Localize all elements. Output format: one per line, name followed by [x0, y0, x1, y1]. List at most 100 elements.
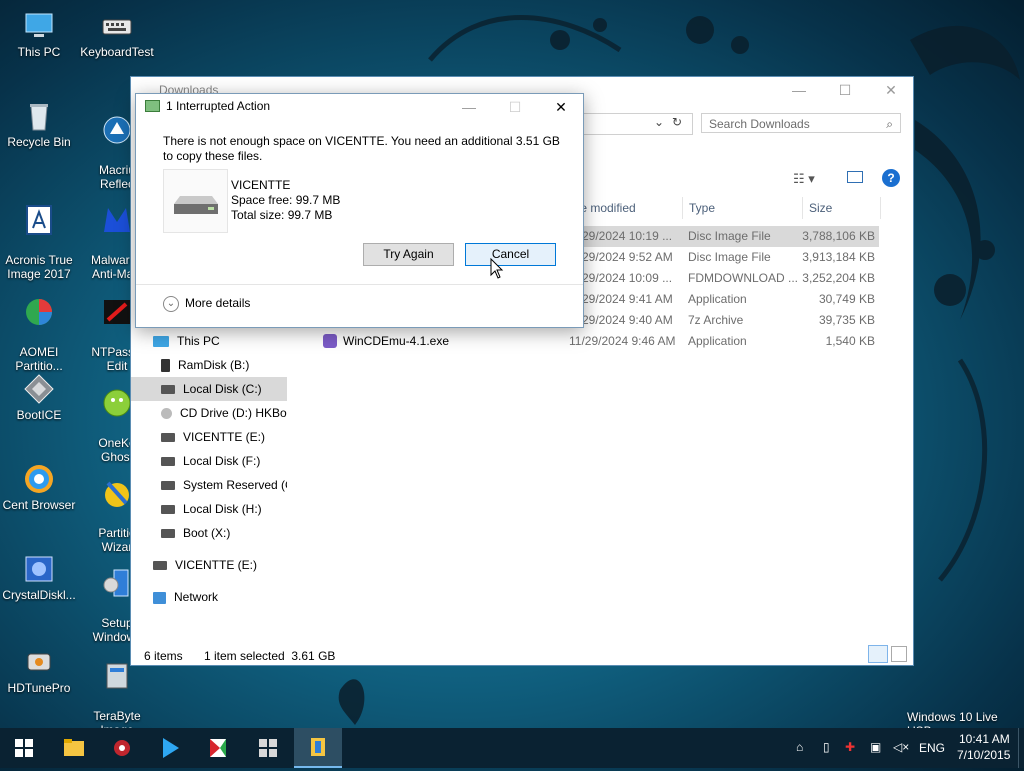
dialog-title: 1 Interrupted Action	[166, 99, 271, 113]
more-details-toggle[interactable]: ⌄ More details	[163, 296, 250, 312]
onekey-ghost-icon	[103, 389, 131, 417]
desktop-icon-recycle-bin[interactable]: Recycle Bin	[0, 100, 78, 149]
cd-drive-icon	[161, 408, 172, 420]
file-type: 7z Archive	[688, 313, 744, 327]
tray-network-icon[interactable]: ⌂	[796, 740, 803, 754]
show-desktop-button[interactable]	[1018, 728, 1024, 768]
interrupted-action-dialog[interactable]: 1 Interrupted Action — ☐ ✕ There is not …	[135, 93, 584, 328]
tray-monitor-alert-icon[interactable]: ▣	[870, 740, 881, 754]
maximize-button[interactable]: ☐	[822, 77, 868, 103]
taskbar[interactable]: ⌂ ▯ ✚ ▣ ◁× ENG 10:41 AM 7/10/2015	[0, 728, 1024, 768]
tray-language[interactable]: ENG	[919, 741, 945, 755]
desktop-icon-crystaldisk[interactable]: CrystalDiskl...	[0, 553, 78, 602]
desktop-icon-this-pc[interactable]: This PC	[0, 10, 78, 59]
close-button[interactable]: ✕	[868, 77, 914, 103]
drive-info: VICENTTE Space free: 99.7 MB Total size:…	[231, 178, 340, 223]
chevron-down-icon[interactable]: ⌄	[654, 115, 664, 129]
nav-item-label: This PC	[177, 334, 220, 348]
desktop-icon-hdtunepro[interactable]: HDTunePro	[0, 646, 78, 695]
nav-item-boot-x[interactable]: Boot (X:)	[161, 521, 230, 545]
nav-item-local-disk-c[interactable]: Local Disk (C:)	[131, 377, 287, 401]
dialog-close-button[interactable]: ✕	[538, 94, 584, 120]
nav-item-local-disk-f[interactable]: Local Disk (F:)	[161, 449, 260, 473]
file-row[interactable]: 29/2024 9:41 AM Application 30,749 KB	[561, 289, 879, 310]
file-type: Application	[688, 292, 747, 306]
crystaldisk-icon	[25, 556, 53, 582]
nav-item-cd-drive-d[interactable]: CD Drive (D:) HKBo	[161, 401, 287, 425]
search-input[interactable]: Search Downloads ⌕	[701, 113, 901, 133]
desktop-icon-keyboardtest[interactable]: KeyboardTest	[78, 10, 156, 59]
nav-item-label: CD Drive (D:) HKBo	[180, 406, 287, 420]
refresh-icon[interactable]: ↻	[672, 115, 682, 129]
tray-firstaid-icon[interactable]: ✚	[845, 740, 855, 754]
drive-name: VICENTTE	[231, 178, 291, 192]
file-row[interactable]: 29/2024 10:19 ... Disc Image File 3,788,…	[561, 226, 879, 247]
nav-item-label: Local Disk (F:)	[183, 454, 261, 468]
nav-item-label: VICENTTE (E:)	[175, 558, 258, 572]
tray-time[interactable]: 10:41 AM	[959, 732, 1010, 746]
nav-item-system-reserved-g[interactable]: System Reserved (G	[161, 473, 287, 497]
start-button[interactable]	[0, 728, 48, 768]
column-header-size[interactable]: Size	[803, 197, 881, 219]
file-date: 11/29/2024 9:46 AM	[569, 334, 676, 348]
macrium-reflect-icon	[103, 116, 131, 144]
minimize-button[interactable]: —	[776, 77, 822, 103]
desktop-icon-label: Recycle Bin	[7, 135, 71, 149]
nav-item-label: Network	[174, 590, 219, 604]
file-row[interactable]: 29/2024 9:40 AM 7z Archive 39,735 KB	[561, 310, 879, 331]
nav-item-local-disk-h[interactable]: Local Disk (H:)	[161, 497, 262, 521]
ramdisk-icon	[161, 359, 170, 373]
nav-item-this-pc[interactable]: This PC	[153, 329, 220, 353]
desktop-icon-aomei[interactable]: AOMEI Partitio...	[0, 282, 78, 373]
folder-window-icon	[311, 738, 325, 756]
desktop-icon-cent-browser[interactable]: Cent Browser	[0, 463, 78, 512]
details-view-icon[interactable]	[868, 645, 888, 663]
help-icon[interactable]: ?	[882, 169, 900, 187]
taskbar-media-player[interactable]	[146, 728, 194, 768]
column-header-date-modified[interactable]: te modified	[571, 197, 683, 219]
search-icon: ⌕	[886, 117, 893, 131]
taskbar-app-office[interactable]	[194, 728, 242, 768]
desktop-icon-bootice[interactable]: BootICE	[0, 373, 78, 422]
address-bar[interactable]: ⌄ ↻	[581, 113, 693, 135]
bootice-icon	[24, 374, 54, 404]
nav-item-vicentte-e-usb[interactable]: VICENTTE (E:)	[153, 553, 257, 577]
file-type: Disc Image File	[688, 250, 771, 264]
file-date: 29/2024 9:52 AM	[582, 250, 673, 264]
file-type: FDMDOWNLOAD ...	[688, 271, 798, 285]
chevron-down-icon: ⌄	[163, 296, 179, 312]
keyboard-icon	[102, 19, 132, 35]
dialog-separator	[136, 284, 583, 285]
tray-usb-icon[interactable]: ▯	[823, 740, 830, 754]
hard-drive-icon	[174, 196, 218, 214]
nav-item-network[interactable]: Network	[153, 585, 218, 609]
file-size: 39,735 KB	[818, 313, 875, 327]
file-name: WinCDEmu-4.1.exe	[343, 334, 450, 348]
cancel-button[interactable]: Cancel	[465, 243, 556, 266]
file-row[interactable]: WinCDEmu-4.1.exe 11/29/2024 9:46 AM Appl…	[321, 331, 879, 352]
file-row[interactable]: 29/2024 10:09 ... FDMDOWNLOAD ... 3,252,…	[561, 268, 879, 289]
large-icons-view-icon[interactable]	[891, 646, 907, 662]
nav-item-label: Local Disk (C:)	[183, 382, 262, 396]
taskbar-file-explorer[interactable]	[50, 728, 98, 768]
taskbar-app-grid[interactable]	[244, 728, 292, 768]
nav-item-vicentte-e[interactable]: VICENTTE (E:)	[161, 425, 265, 449]
copy-icon	[145, 100, 160, 112]
taskbar-explorer-active[interactable]	[294, 728, 342, 768]
nav-item-ramdisk[interactable]: RamDisk (B:)	[161, 353, 249, 377]
grid-app-icon	[259, 739, 277, 757]
dialog-maximize-button[interactable]: ☐	[492, 94, 538, 120]
cent-browser-icon	[25, 465, 53, 493]
tray-volume-muted-icon[interactable]: ◁×	[893, 740, 909, 754]
recycle-bin-icon	[30, 104, 48, 131]
column-header-type[interactable]: Type	[683, 197, 803, 219]
try-again-button[interactable]: Try Again	[363, 243, 454, 266]
view-options-icon[interactable]: ☷ ▾	[793, 171, 815, 187]
desktop-icon-acronis[interactable]: Acronis True Image 2017	[0, 190, 78, 281]
tray-date[interactable]: 7/10/2015	[957, 748, 1010, 762]
taskbar-app-red[interactable]	[98, 728, 146, 768]
dialog-minimize-button[interactable]: —	[446, 94, 492, 120]
partition-wizard-icon	[105, 481, 129, 507]
preview-pane-icon[interactable]	[847, 171, 863, 183]
file-row[interactable]: 29/2024 9:52 AM Disc Image File 3,913,18…	[561, 247, 879, 268]
